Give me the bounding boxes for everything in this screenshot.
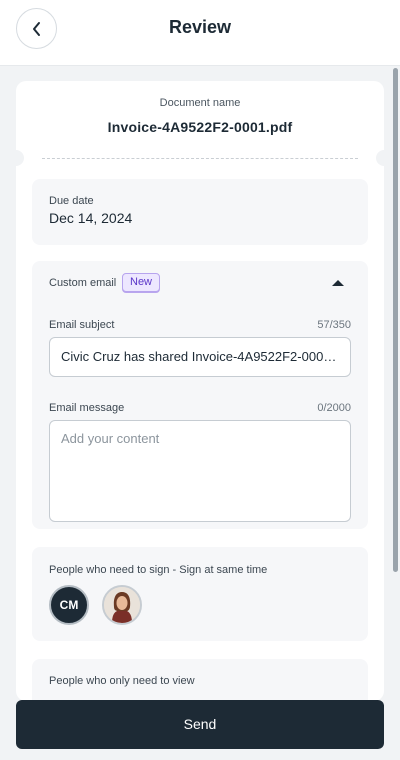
due-date-value: Dec 14, 2024 [49, 210, 133, 226]
email-message-label: Email message [49, 402, 125, 414]
email-subject-input[interactable]: Civic Cruz has shared Invoice-4A9522F2-0… [49, 337, 351, 377]
viewers-section: People who only need to view [32, 659, 368, 701]
review-card: Document name Invoice-4A9522F2-0001.pdf … [16, 81, 384, 701]
scrollbar[interactable] [393, 68, 398, 572]
ticket-notch-right [376, 150, 384, 166]
person-photo-icon [104, 587, 140, 623]
signers-label: People who need to sign - Sign at same t… [49, 564, 268, 576]
custom-email-label: Custom email [49, 277, 117, 289]
page-title: Review [168, 17, 232, 37]
document-name: Invoice-4A9522F2-0001.pdf [107, 119, 293, 135]
dashed-divider [42, 158, 358, 159]
due-date-label: Due date [49, 195, 94, 207]
email-subject-label: Email subject [49, 319, 115, 331]
email-subject-count: 57/350 [317, 319, 351, 331]
avatar-photo[interactable] [102, 585, 142, 625]
collapse-toggle-button[interactable] [328, 273, 348, 293]
signers-section: People who need to sign - Sign at same t… [32, 547, 368, 641]
ticket-notch-left [16, 150, 24, 166]
custom-email-section: Custom email New Email subject 57/350 Ci… [32, 261, 368, 529]
send-button[interactable]: Send [16, 700, 384, 749]
new-badge: New [122, 273, 161, 292]
email-message-textarea[interactable]: Add your content [49, 420, 351, 522]
email-message-count: 0/2000 [317, 402, 351, 414]
top-bar: Review [0, 0, 400, 66]
avatar[interactable]: CM [49, 585, 89, 625]
due-date-section: Due date Dec 14, 2024 [32, 179, 368, 245]
caret-up-icon [332, 280, 344, 286]
viewers-label: People who only need to view [49, 675, 195, 687]
document-name-label: Document name [159, 97, 241, 109]
